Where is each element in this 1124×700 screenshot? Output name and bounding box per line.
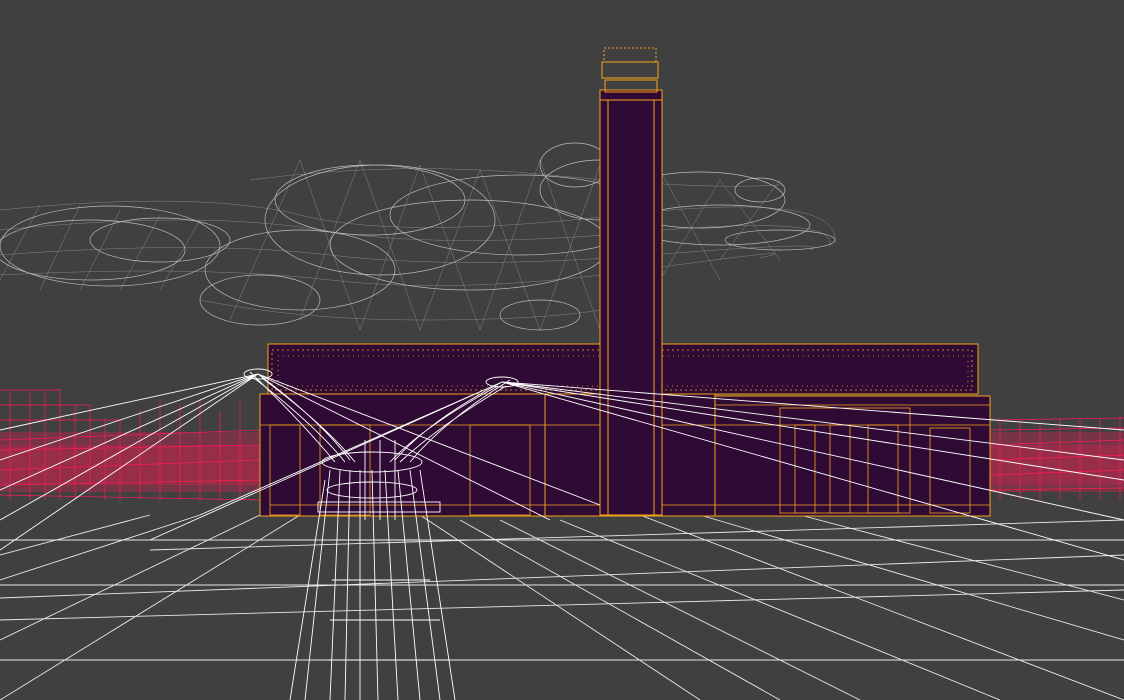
chimney <box>599 47 663 516</box>
wireframe-scene <box>0 0 1124 700</box>
cloud-wireframe <box>0 142 836 331</box>
wireframe-render <box>0 47 1124 700</box>
west-wing <box>259 393 546 517</box>
power-station-building <box>259 47 991 517</box>
ground-grid <box>0 514 1124 700</box>
